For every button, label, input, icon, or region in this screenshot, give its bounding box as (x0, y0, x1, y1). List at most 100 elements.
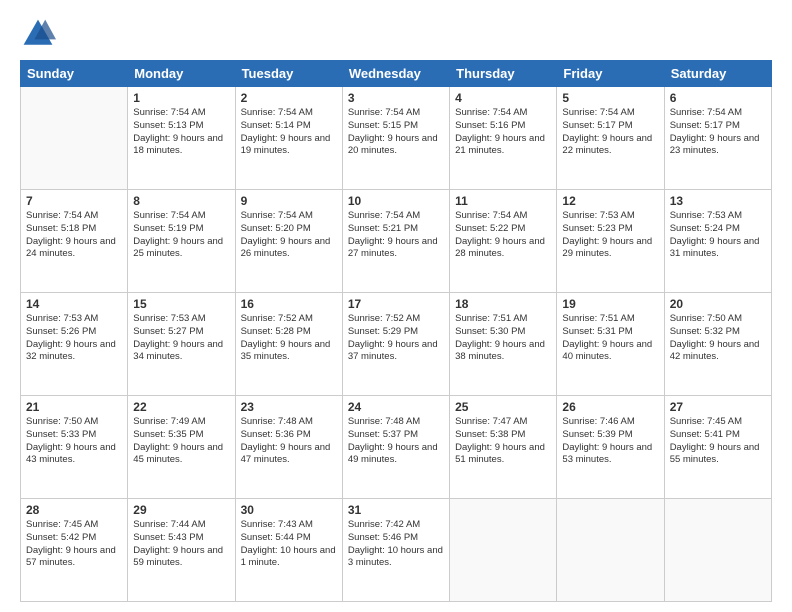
daylight-text: Daylight: 9 hours and 51 minutes. (455, 442, 545, 466)
daylight-text: Daylight: 9 hours and 25 minutes. (133, 236, 223, 260)
daylight-text: Daylight: 9 hours and 47 minutes. (241, 442, 331, 466)
cell-content: Sunrise: 7:54 AMSunset: 5:20 PMDaylight:… (241, 210, 337, 261)
calendar-cell: 7 Sunrise: 7:54 AMSunset: 5:18 PMDaylight… (21, 190, 128, 293)
day-number: 13 (670, 194, 766, 208)
sunset-text: Sunset: 5:17 PM (562, 120, 632, 131)
day-header-thursday: Thursday (450, 61, 557, 87)
calendar-header-row: SundayMondayTuesdayWednesdayThursdayFrid… (21, 61, 772, 87)
sunset-text: Sunset: 5:13 PM (133, 120, 203, 131)
day-number: 26 (562, 400, 658, 414)
cell-content: Sunrise: 7:54 AMSunset: 5:22 PMDaylight:… (455, 210, 551, 261)
sunrise-text: Sunrise: 7:54 AM (562, 107, 634, 118)
sunrise-text: Sunrise: 7:46 AM (562, 416, 634, 427)
calendar-cell (664, 499, 771, 602)
calendar-cell (450, 499, 557, 602)
day-number: 24 (348, 400, 444, 414)
daylight-text: Daylight: 9 hours and 57 minutes. (26, 545, 116, 569)
sunset-text: Sunset: 5:36 PM (241, 429, 311, 440)
logo (20, 16, 60, 52)
sunrise-text: Sunrise: 7:54 AM (348, 210, 420, 221)
sunset-text: Sunset: 5:14 PM (241, 120, 311, 131)
calendar-cell: 22Sunrise: 7:49 AMSunset: 5:35 PMDayligh… (128, 396, 235, 499)
cell-content: Sunrise: 7:54 AMSunset: 5:14 PMDaylight:… (241, 107, 337, 158)
daylight-text: Daylight: 9 hours and 34 minutes. (133, 339, 223, 363)
calendar-cell (557, 499, 664, 602)
cell-content: Sunrise: 7:54 AMSunset: 5:21 PMDaylight:… (348, 210, 444, 261)
daylight-text: Daylight: 9 hours and 45 minutes. (133, 442, 223, 466)
calendar-cell: 30Sunrise: 7:43 AMSunset: 5:44 PMDayligh… (235, 499, 342, 602)
day-number: 20 (670, 297, 766, 311)
sunrise-text: Sunrise: 7:49 AM (133, 416, 205, 427)
sunrise-text: Sunrise: 7:54 AM (241, 210, 313, 221)
sunrise-text: Sunrise: 7:53 AM (670, 210, 742, 221)
sunrise-text: Sunrise: 7:54 AM (133, 210, 205, 221)
daylight-text: Daylight: 9 hours and 22 minutes. (562, 133, 652, 157)
sunrise-text: Sunrise: 7:45 AM (670, 416, 742, 427)
daylight-text: Daylight: 9 hours and 28 minutes. (455, 236, 545, 260)
day-number: 18 (455, 297, 551, 311)
calendar-cell: 8Sunrise: 7:54 AMSunset: 5:19 PMDaylight… (128, 190, 235, 293)
sunset-text: Sunset: 5:16 PM (455, 120, 525, 131)
cell-content: Sunrise: 7:50 AMSunset: 5:33 PMDaylight:… (26, 416, 122, 467)
day-number: 12 (562, 194, 658, 208)
calendar-cell: 12Sunrise: 7:53 AMSunset: 5:23 PMDayligh… (557, 190, 664, 293)
sunset-text: Sunset: 5:24 PM (670, 223, 740, 234)
cell-content: Sunrise: 7:53 AMSunset: 5:27 PMDaylight:… (133, 313, 229, 364)
daylight-text: Daylight: 9 hours and 18 minutes. (133, 133, 223, 157)
sunrise-text: Sunrise: 7:48 AM (348, 416, 420, 427)
calendar-cell: 28Sunrise: 7:45 AMSunset: 5:42 PMDayligh… (21, 499, 128, 602)
sunrise-text: Sunrise: 7:51 AM (455, 313, 527, 324)
sunrise-text: Sunrise: 7:50 AM (26, 416, 98, 427)
day-number: 2 (241, 91, 337, 105)
daylight-text: Daylight: 9 hours and 24 minutes. (26, 236, 116, 260)
calendar-cell: 15Sunrise: 7:53 AMSunset: 5:27 PMDayligh… (128, 293, 235, 396)
calendar-cell: 21 Sunrise: 7:50 AMSunset: 5:33 PMDayligh… (21, 396, 128, 499)
calendar-cell: 16Sunrise: 7:52 AMSunset: 5:28 PMDayligh… (235, 293, 342, 396)
day-number: 10 (348, 194, 444, 208)
day-number: 11 (455, 194, 551, 208)
day-number: 16 (241, 297, 337, 311)
cell-content: Sunrise: 7:54 AMSunset: 5:18 PMDaylight:… (26, 210, 122, 261)
daylight-text: Daylight: 9 hours and 38 minutes. (455, 339, 545, 363)
cell-content: Sunrise: 7:44 AMSunset: 5:43 PMDaylight:… (133, 519, 229, 570)
calendar-week-3: 14Sunrise: 7:53 AMSunset: 5:26 PMDayligh… (21, 293, 772, 396)
day-number: 1 (133, 91, 229, 105)
header (20, 16, 772, 52)
calendar-cell: 31Sunrise: 7:42 AMSunset: 5:46 PMDayligh… (342, 499, 449, 602)
day-number: 7 (26, 194, 122, 208)
daylight-text: Daylight: 9 hours and 42 minutes. (670, 339, 760, 363)
cell-content: Sunrise: 7:54 AMSunset: 5:16 PMDaylight:… (455, 107, 551, 158)
sunset-text: Sunset: 5:30 PM (455, 326, 525, 337)
day-number: 27 (670, 400, 766, 414)
cell-content: Sunrise: 7:54 AMSunset: 5:19 PMDaylight:… (133, 210, 229, 261)
day-header-friday: Friday (557, 61, 664, 87)
sunrise-text: Sunrise: 7:54 AM (670, 107, 742, 118)
sunset-text: Sunset: 5:32 PM (670, 326, 740, 337)
sunset-text: Sunset: 5:20 PM (241, 223, 311, 234)
daylight-text: Daylight: 9 hours and 59 minutes. (133, 545, 223, 569)
sunset-text: Sunset: 5:41 PM (670, 429, 740, 440)
calendar-table: SundayMondayTuesdayWednesdayThursdayFrid… (20, 60, 772, 602)
cell-content: Sunrise: 7:52 AMSunset: 5:29 PMDaylight:… (348, 313, 444, 364)
sunset-text: Sunset: 5:42 PM (26, 532, 96, 543)
daylight-text: Daylight: 9 hours and 19 minutes. (241, 133, 331, 157)
sunset-text: Sunset: 5:43 PM (133, 532, 203, 543)
calendar-cell: 17Sunrise: 7:52 AMSunset: 5:29 PMDayligh… (342, 293, 449, 396)
sunrise-text: Sunrise: 7:53 AM (26, 313, 98, 324)
daylight-text: Daylight: 9 hours and 27 minutes. (348, 236, 438, 260)
daylight-text: Daylight: 9 hours and 55 minutes. (670, 442, 760, 466)
sunset-text: Sunset: 5:39 PM (562, 429, 632, 440)
calendar-cell: 1Sunrise: 7:54 AMSunset: 5:13 PMDaylight… (128, 87, 235, 190)
cell-content: Sunrise: 7:42 AMSunset: 5:46 PMDaylight:… (348, 519, 444, 570)
cell-content: Sunrise: 7:43 AMSunset: 5:44 PMDaylight:… (241, 519, 337, 570)
day-header-tuesday: Tuesday (235, 61, 342, 87)
day-number: 28 (26, 503, 122, 517)
daylight-text: Daylight: 9 hours and 43 minutes. (26, 442, 116, 466)
daylight-text: Daylight: 9 hours and 35 minutes. (241, 339, 331, 363)
day-number: 21 (26, 400, 122, 414)
daylight-text: Daylight: 9 hours and 40 minutes. (562, 339, 652, 363)
daylight-text: Daylight: 9 hours and 37 minutes. (348, 339, 438, 363)
day-number: 23 (241, 400, 337, 414)
day-header-monday: Monday (128, 61, 235, 87)
calendar-cell (21, 87, 128, 190)
